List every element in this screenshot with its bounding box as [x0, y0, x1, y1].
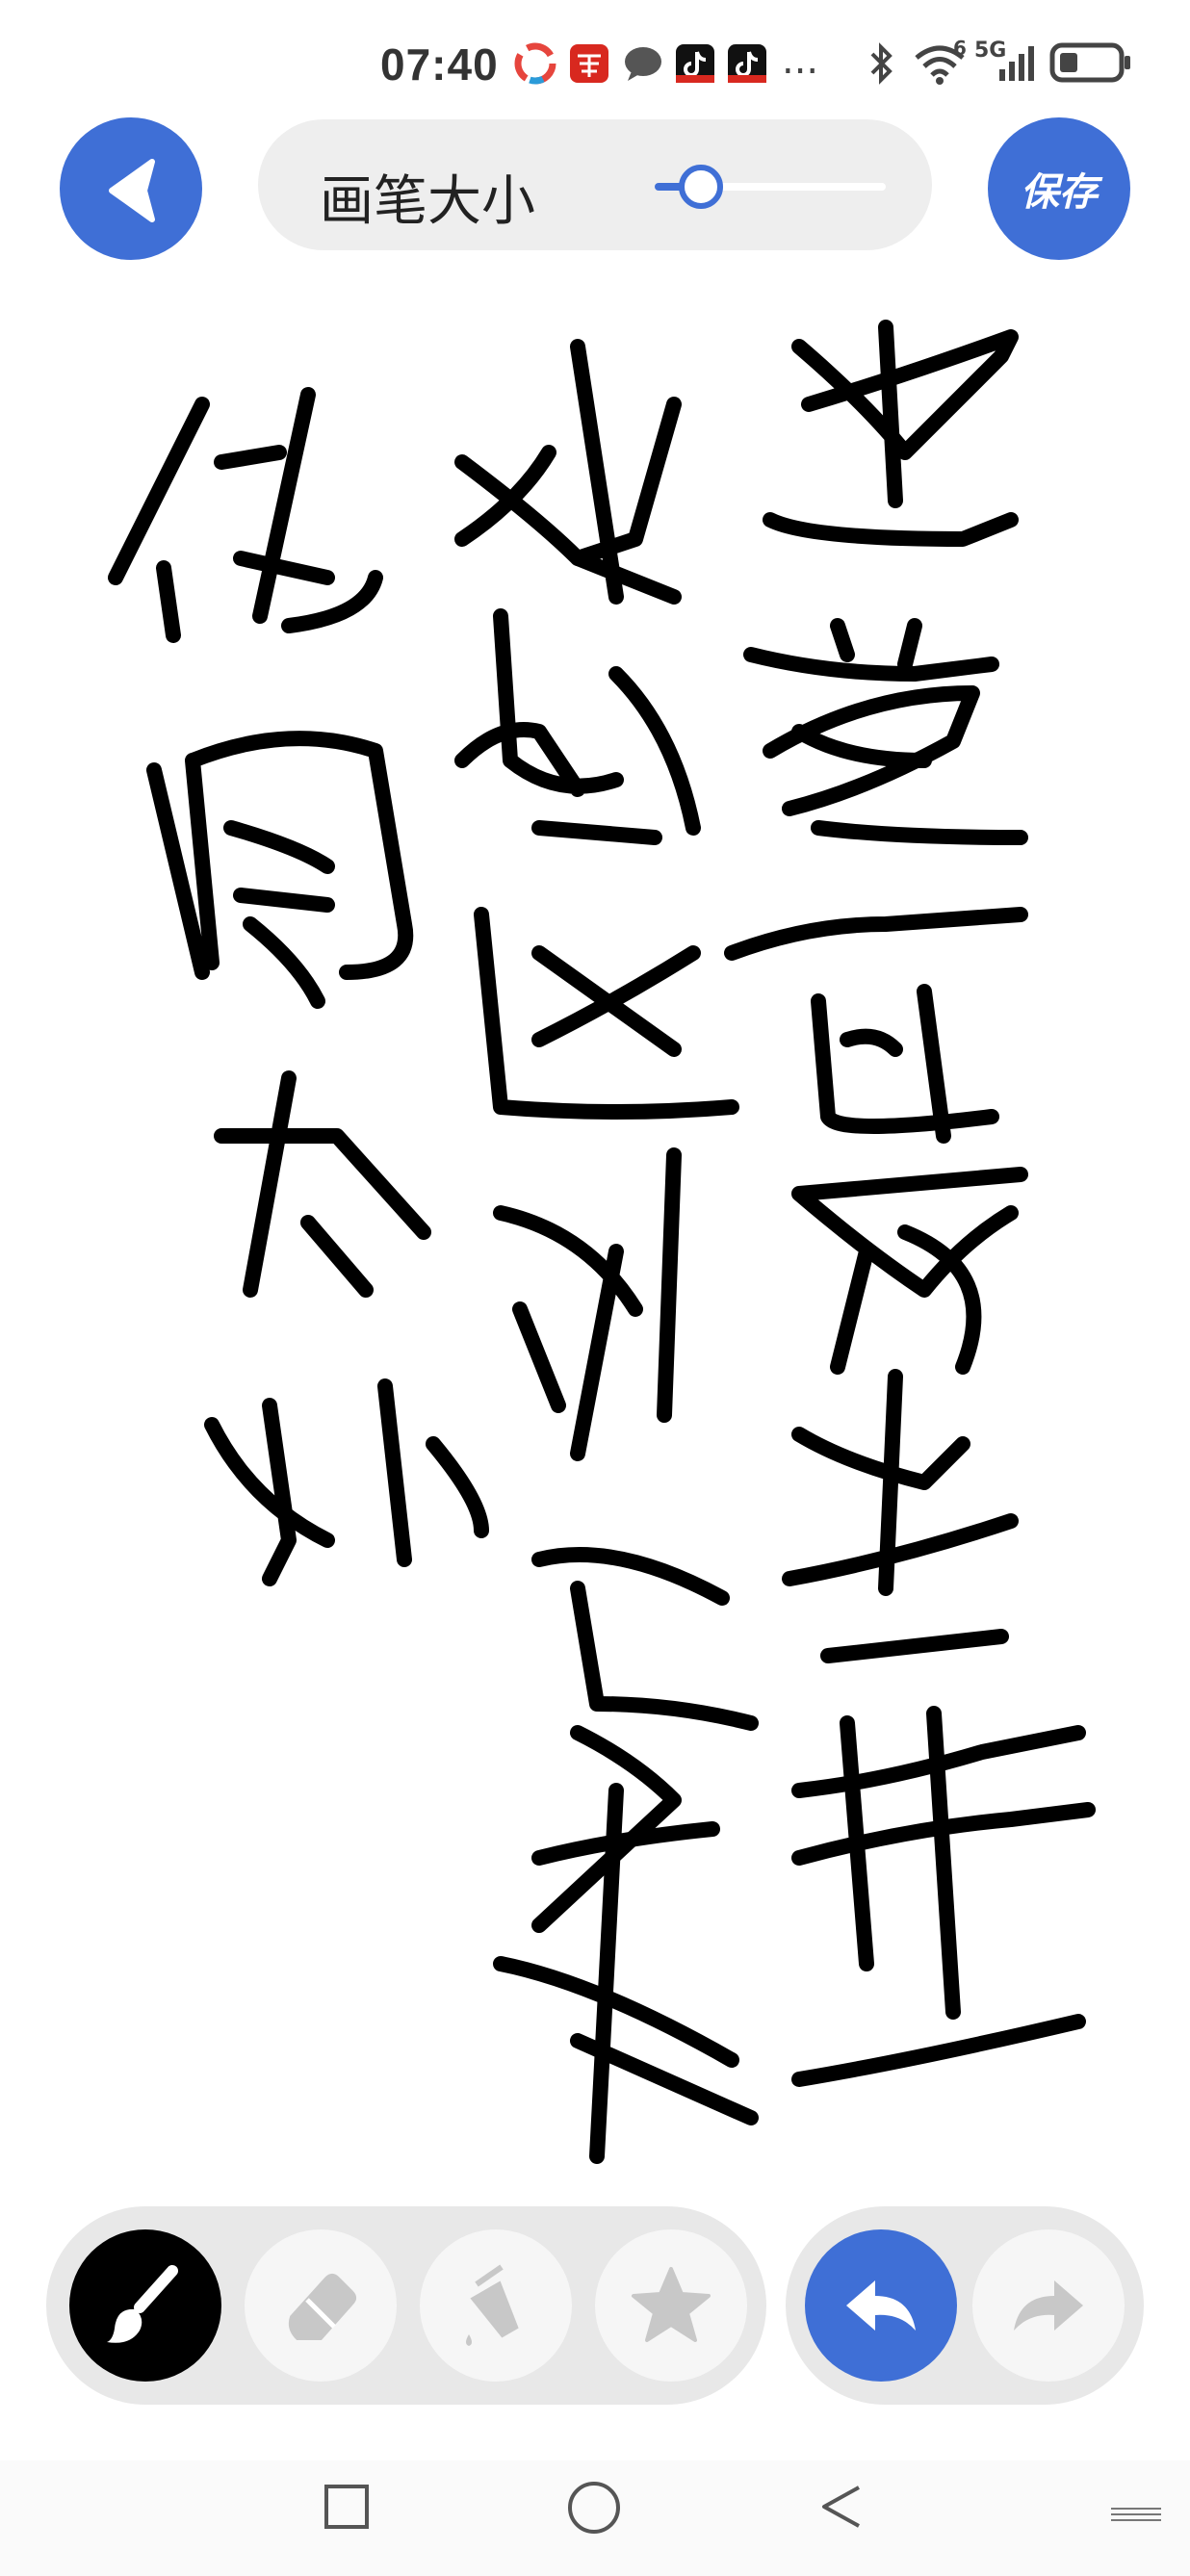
- brush-size-panel: 画笔大小: [258, 119, 932, 250]
- signal-icon: [999, 46, 1034, 81]
- battery-icon: [1049, 42, 1130, 83]
- stamp-tool-button[interactable]: [595, 2229, 747, 2382]
- brush-size-slider[interactable]: [655, 160, 886, 212]
- fill-tool-button[interactable]: [420, 2229, 572, 2382]
- back-arrow-icon: [109, 159, 155, 222]
- xuexi-icon: [570, 44, 608, 83]
- save-button[interactable]: 保存: [988, 117, 1130, 260]
- status-time: 07:40: [380, 39, 499, 90]
- status-bar: 07:40 ... 6 5G: [0, 0, 1190, 125]
- undo-icon: [846, 2280, 916, 2331]
- back-button[interactable]: [60, 117, 202, 260]
- tiktok-icon: [728, 44, 766, 83]
- handwriting-strokes: [108, 320, 1096, 2164]
- eraser-icon: [288, 2274, 356, 2340]
- star-icon: [632, 2267, 711, 2342]
- nav-back-icon[interactable]: [816, 2482, 867, 2532]
- home-icon[interactable]: [566, 2480, 622, 2536]
- eraser-tool-button[interactable]: [245, 2229, 397, 2382]
- brush-tool-button[interactable]: [69, 2229, 221, 2382]
- signal-superscript: 6: [953, 37, 967, 60]
- more-notifications: ...: [782, 39, 819, 83]
- drawing-tools-group: [46, 2206, 766, 2405]
- redo-icon: [1014, 2280, 1083, 2331]
- chat-icon: [625, 47, 661, 81]
- redo-button[interactable]: [972, 2229, 1125, 2382]
- system-nav-bar: [0, 2460, 1190, 2576]
- menu-lines-icon: [1111, 2508, 1161, 2521]
- slider-thumb[interactable]: [679, 165, 723, 209]
- brush-icon: [107, 2265, 178, 2343]
- undo-button[interactable]: [805, 2229, 957, 2382]
- fill-bucket-icon: [466, 2264, 519, 2346]
- drawing-canvas[interactable]: [0, 279, 1190, 2185]
- history-group: [786, 2206, 1144, 2405]
- brush-size-label: 画笔大小: [320, 170, 535, 233]
- app-icon: [514, 42, 556, 85]
- tiktok-icon: [676, 44, 714, 83]
- recent-apps-icon[interactable]: [322, 2482, 372, 2532]
- bluetooth-icon: [870, 42, 892, 85]
